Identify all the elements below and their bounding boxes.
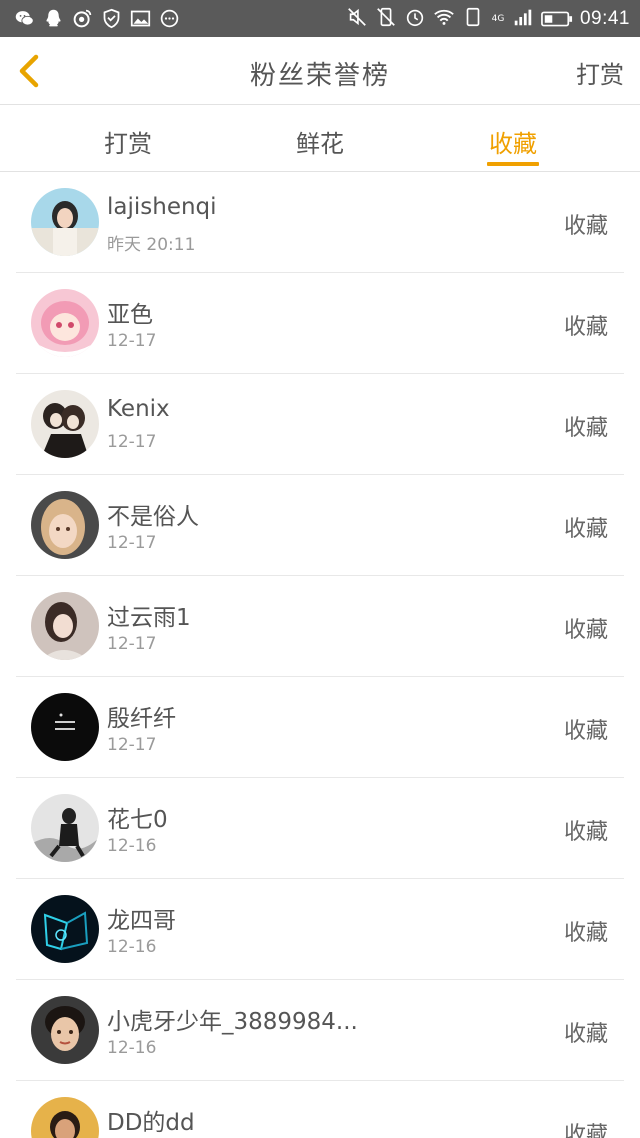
action-label: 收藏: [563, 1123, 608, 1138]
user-name: 过云雨1: [107, 605, 191, 631]
timestamp: 12-17: [107, 533, 157, 553]
mute-icon: [346, 6, 368, 32]
status-bar: 4G 09:41: [0, 0, 640, 37]
system-icons: 4G 09:41: [346, 6, 630, 32]
clock: 09:41: [579, 8, 630, 29]
action-label: 收藏: [563, 214, 608, 239]
user-name: 花七0: [107, 807, 168, 833]
tab-favorites[interactable]: 收藏: [453, 124, 573, 159]
user-name: lajishenqi: [107, 194, 217, 220]
more-icon: [159, 8, 180, 29]
avatar: [31, 996, 99, 1064]
list-item[interactable]: Kenix 12-17 收藏: [16, 374, 624, 475]
tab-flowers[interactable]: 鲜花: [260, 124, 380, 159]
timestamp: 12-16: [107, 1038, 157, 1058]
active-tab-indicator: [487, 162, 539, 166]
wechat-icon: [14, 8, 35, 29]
weibo-icon: [72, 8, 93, 29]
page-title: 粉丝荣誉榜: [249, 61, 390, 91]
action-label: 收藏: [563, 719, 608, 744]
list-item[interactable]: lajishenqi 昨天 20:11 收藏: [16, 172, 624, 273]
user-name: 龙四哥: [107, 908, 176, 934]
action-label: 收藏: [563, 820, 608, 845]
fan-list: lajishenqi 昨天 20:11 收藏 亚色 12-17 收藏 Kenix…: [0, 172, 640, 1138]
vibrate-off-icon: [375, 6, 397, 32]
action-label: 收藏: [563, 921, 608, 946]
user-name: 小虎牙少年_3889984...: [107, 1009, 358, 1035]
battery-icon: [541, 10, 573, 28]
user-name: 亚色: [107, 302, 153, 328]
timestamp: 昨天 20:11: [107, 235, 196, 255]
action-label: 收藏: [563, 1022, 608, 1047]
user-name: 不是俗人: [107, 504, 199, 530]
alarm-icon: [404, 6, 426, 32]
avatar: [31, 188, 99, 256]
user-name: 殷纤纤: [107, 706, 176, 732]
shield-icon: [101, 8, 122, 29]
list-item[interactable]: 小虎牙少年_3889984... 12-16 收藏: [16, 980, 624, 1081]
user-name: DD的dd: [107, 1110, 195, 1136]
user-name: Kenix: [107, 396, 170, 422]
gallery-icon: [130, 8, 151, 29]
action-label: 收藏: [563, 517, 608, 542]
avatar: [31, 895, 99, 963]
list-item[interactable]: DD的dd 收藏: [16, 1081, 624, 1138]
action-label: 收藏: [563, 416, 608, 441]
list-item[interactable]: 不是俗人 12-17 收藏: [16, 475, 624, 576]
timestamp: 12-16: [107, 937, 157, 957]
tab-reward[interactable]: 打赏: [68, 124, 188, 159]
avatar: [31, 1097, 99, 1138]
sim-icon: [462, 6, 484, 32]
avatar: [31, 794, 99, 862]
tab-bar: 打赏 鲜花 收藏: [0, 106, 640, 172]
avatar: [31, 289, 99, 357]
avatar: [31, 390, 99, 458]
timestamp: 12-17: [107, 331, 157, 351]
signal-icon: [512, 6, 534, 32]
avatar: [31, 693, 99, 761]
timestamp: 12-16: [107, 836, 157, 856]
notification-icons: [14, 8, 180, 29]
list-item[interactable]: 花七0 12-16 收藏: [16, 778, 624, 879]
qq-icon: [43, 8, 64, 29]
list-item[interactable]: 亚色 12-17 收藏: [16, 273, 624, 374]
action-label: 收藏: [563, 618, 608, 643]
action-label: 收藏: [563, 315, 608, 340]
avatar: [31, 592, 99, 660]
list-item[interactable]: 殷纤纤 12-17 收藏: [16, 677, 624, 778]
timestamp: 12-17: [107, 634, 157, 654]
list-item[interactable]: 过云雨1 12-17 收藏: [16, 576, 624, 677]
reward-button[interactable]: 打赏: [576, 55, 624, 90]
avatar: [31, 491, 99, 559]
timestamp: 12-17: [107, 432, 157, 452]
top-app-bar: 粉丝荣誉榜 打赏: [0, 37, 640, 105]
list-item[interactable]: 龙四哥 12-16 收藏: [16, 879, 624, 980]
wifi-icon: [433, 6, 455, 32]
timestamp: 12-17: [107, 735, 157, 755]
network-type: 4G: [491, 13, 505, 24]
